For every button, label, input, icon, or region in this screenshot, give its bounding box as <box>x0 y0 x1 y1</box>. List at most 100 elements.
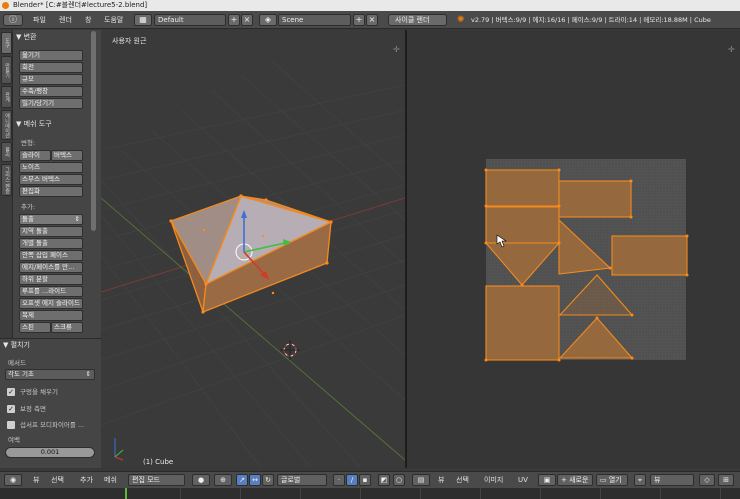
face-select-icon[interactable]: ▪ <box>359 474 371 486</box>
rotate-button[interactable]: 회전 <box>19 62 83 73</box>
operator-panel: ▼ 펼치기 메서드 각도 기초 ⇕ ✓ 구멍을 채우기 ✓ 보정 측면 섭서프 모… <box>0 338 101 468</box>
loop-cut-slide-button[interactable]: 루프를 ...라이드 <box>19 286 83 297</box>
viewport-shading-icon[interactable]: ● <box>192 474 210 486</box>
image-pin-icon[interactable]: ⌖ <box>634 474 646 486</box>
viewport-expand-icon: ✛ <box>393 45 400 54</box>
editor-type-3dview-icon[interactable]: ◉ <box>4 474 22 486</box>
edge-select-icon[interactable]: / <box>346 474 358 486</box>
transform-panel-header[interactable]: ▼ 변환 <box>16 32 37 42</box>
correct-aspect-checkbox[interactable]: ✓ <box>7 405 15 413</box>
add-scene-icon[interactable]: + <box>353 14 365 26</box>
layout-field[interactable]: Default <box>154 14 226 26</box>
image-browse-icon[interactable]: ▣ <box>538 474 556 486</box>
mode-select[interactable]: 편집 모드 <box>128 474 185 486</box>
deform-label: 변형: <box>21 139 36 147</box>
menu-select[interactable]: 선택 <box>51 474 64 486</box>
shrink-fatten-button[interactable]: 수축/팽창 <box>19 86 83 97</box>
fill-holes-checkbox[interactable]: ✓ <box>7 388 15 396</box>
tab-animation[interactable]: 애니메이션 <box>1 110 12 140</box>
3d-viewport[interactable]: ✛ <box>101 30 405 468</box>
extrude-individual-button[interactable]: 개별 돌출 <box>19 238 83 249</box>
blender-mini-icon: ✺ <box>457 15 465 25</box>
render-engine-select[interactable]: 사이클 렌더 <box>388 14 447 26</box>
tab-grease-pencil[interactable]: 그리스 펜슬 <box>1 164 12 196</box>
uv-menu-select[interactable]: 선택 <box>456 474 469 486</box>
uv-snap-icon[interactable]: ⊞ <box>718 474 734 486</box>
subdivide-button[interactable]: 하위 분할 <box>19 274 83 285</box>
pivot-point-icon[interactable]: ⊕ <box>214 474 232 486</box>
push-pull-button[interactable]: 밀기/당기기 <box>19 98 83 109</box>
manipulator-toggle-icon[interactable]: ↗ <box>236 474 248 486</box>
timeline-strip[interactable] <box>0 488 740 499</box>
use-subsurf-checkbox[interactable] <box>7 421 15 429</box>
add-layout-icon[interactable]: + <box>228 14 240 26</box>
uv-view-select[interactable]: 뷰 <box>650 474 694 486</box>
uv-image-editor[interactable]: ✛ <box>407 30 740 468</box>
remove-layout-icon[interactable]: × <box>241 14 253 26</box>
uv-menu-view[interactable]: 뷰 <box>438 474 444 486</box>
unwrap-panel-header[interactable]: ▼ 펼치기 <box>3 340 30 350</box>
menu-window[interactable]: 창 <box>85 14 91 26</box>
method-select[interactable]: 각도 기초 ⇕ <box>5 369 95 380</box>
current-frame-marker[interactable] <box>125 488 127 499</box>
menu-add[interactable]: 추가 <box>80 474 93 486</box>
margin-field[interactable]: 0.001 <box>5 447 95 458</box>
scene-stats: v2.79 | 버텍스:9/9 | 에지:16/16 | 페이스:9/9 | 트… <box>471 16 711 24</box>
slide-button[interactable]: 슬라이 <box>19 150 51 161</box>
use-subsurf-label: 섭서프 모디파이어를 ... <box>20 421 85 429</box>
proportional-edit-icon[interactable]: ○ <box>393 474 405 486</box>
extrude-menu-button[interactable]: 돌출 ⇕ <box>19 214 83 225</box>
menu-view[interactable]: 뷰 <box>33 474 39 486</box>
rotate-manip-icon[interactable]: ↻ <box>262 474 274 486</box>
bottom-header: ◉ 뷰 선택 추가 메쉬 편집 모드 ● ⊕ ↗ ↔ ↻ 글로벌 · / ▪ ◩… <box>0 471 740 488</box>
editor-type-info-icon[interactable]: ⓘ <box>3 14 23 26</box>
offset-edge-slide-button[interactable]: 오프셋 에지 슬라이드 <box>19 298 83 309</box>
layout-screen-icon[interactable]: ▦ <box>134 14 152 26</box>
spin-button[interactable]: 스핀 <box>19 322 51 333</box>
uv-menu-uvs[interactable]: UV <box>518 474 528 486</box>
tool-shelf-scrollbar[interactable] <box>91 31 96 231</box>
menu-file[interactable]: 파일 <box>33 14 46 26</box>
sync-select-icon[interactable]: ◇ <box>699 474 715 486</box>
tab-tools[interactable]: 도구 <box>1 32 12 54</box>
open-image-button[interactable]: ▭ 열기 <box>596 474 628 486</box>
menu-help[interactable]: 도움말 <box>104 14 123 26</box>
new-image-label: 새로운 <box>569 476 589 484</box>
noise-button[interactable]: 노이즈 <box>19 162 83 173</box>
remove-scene-icon[interactable]: × <box>366 14 378 26</box>
smooth-vertex-button[interactable]: 스무스 버텍스 <box>19 174 83 185</box>
menu-mesh[interactable]: 메쉬 <box>104 474 117 486</box>
inset-faces-button[interactable]: 안쪽 삽입 페이스 <box>19 250 83 261</box>
limit-selection-icon[interactable]: ◩ <box>378 474 390 486</box>
uv-canvas: ✛ <box>484 45 735 362</box>
open-image-label: 열기 <box>608 476 622 484</box>
scene-field[interactable]: Scene <box>278 14 351 26</box>
translate-manip-icon[interactable]: ↔ <box>249 474 261 486</box>
margin-label: 여백 <box>8 436 20 444</box>
vertex-select-icon[interactable]: · <box>333 474 345 486</box>
method-arrows-icon: ⇕ <box>85 370 91 378</box>
new-image-button[interactable]: + 새로운 <box>557 474 593 486</box>
translate-button[interactable]: 옮기기 <box>19 50 83 61</box>
tab-create[interactable]: 만들기 <box>1 56 12 84</box>
add-label: 추가: <box>21 203 36 211</box>
randomize-button[interactable]: 편집화 <box>19 186 83 197</box>
vertex-slide-button[interactable]: 버텍스 <box>51 150 83 161</box>
3d-scene-canvas: ✛ <box>101 45 405 468</box>
extrude-arrows-icon: ⇕ <box>74 215 80 223</box>
extrude-label: 돌출 <box>22 215 34 223</box>
editor-type-uv-icon[interactable]: ▤ <box>412 474 430 486</box>
tab-relations[interactable]: 관계 <box>1 86 12 108</box>
tab-physics[interactable]: 물리 <box>1 142 12 162</box>
scale-button[interactable]: 규모 <box>19 74 83 85</box>
mesh-tools-panel-header[interactable]: ▼ 메쉬 도구 <box>16 119 52 129</box>
orientation-select[interactable]: 글로벌 <box>277 474 327 486</box>
uv-menu-image[interactable]: 이미지 <box>484 474 503 486</box>
menu-render[interactable]: 렌더 <box>59 14 72 26</box>
screw-button[interactable]: 스크류 <box>51 322 83 333</box>
duplicate-button[interactable]: 복제 <box>19 310 83 321</box>
info-header: ⓘ 파일 렌더 창 도움말 ▦ Default + × ◈ Scene + × … <box>0 11 740 29</box>
scene-icon[interactable]: ◈ <box>259 14 277 26</box>
make-edge-face-button[interactable]: 에지/페이스를 만... <box>19 262 83 273</box>
extrude-region-button[interactable]: 지역 돌출 <box>19 226 83 237</box>
